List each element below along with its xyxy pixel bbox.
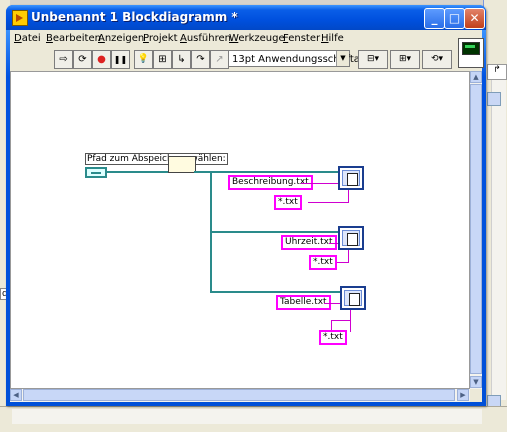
retain-wire-values-icon[interactable]: ⊞	[153, 50, 172, 69]
blockdiagram-window: Unbenannt 1 Blockdiagramm * _ □ ✕ Datei …	[6, 5, 486, 406]
string-wire[interactable]	[337, 262, 348, 263]
path-wire[interactable]	[194, 171, 211, 173]
horizontal-scrollbar[interactable]: ◀ ▶	[10, 389, 470, 402]
highlight-execution-icon[interactable]: 💡	[134, 50, 153, 69]
menu-ausfuehren[interactable]: Ausführen	[180, 33, 231, 44]
string-constant[interactable]: Beschreibung.txt	[228, 175, 313, 190]
background-icon: ↱	[487, 64, 507, 80]
string-wire[interactable]	[301, 183, 338, 184]
scroll-up-arrow-icon[interactable]	[487, 92, 501, 106]
path-wire[interactable]	[210, 171, 338, 173]
menu-fenster[interactable]: Fenster	[283, 33, 320, 44]
chevron-down-icon: ▼	[336, 51, 349, 66]
menu-anzeigen[interactable]: Anzeigen	[98, 33, 144, 44]
write-text-file-icon[interactable]	[340, 286, 366, 310]
step-out-icon[interactable]: ↗	[210, 50, 229, 69]
menu-datei[interactable]: Datei	[14, 33, 41, 44]
string-constant[interactable]: Tabelle.txt	[276, 295, 331, 310]
scroll-up-arrow-icon[interactable]: ▲	[470, 71, 482, 83]
path-wire[interactable]	[210, 291, 340, 293]
window-title: Unbenannt 1 Blockdiagramm *	[31, 10, 238, 24]
string-wire[interactable]	[348, 250, 349, 263]
run-arrow-icon[interactable]: ⇨	[54, 50, 73, 69]
distribute-objects-dropdown[interactable]: ⊞▾	[390, 50, 420, 69]
string-wire[interactable]	[348, 190, 349, 203]
string-constant[interactable]: *.txt	[319, 330, 347, 345]
scroll-down-arrow-icon[interactable]: ▼	[470, 376, 482, 388]
background-scrollbar[interactable]	[491, 70, 506, 400]
build-path-function[interactable]	[168, 156, 196, 173]
menu-bearbeiten[interactable]: Bearbeiten	[46, 33, 101, 44]
horizontal-scroll-thumb[interactable]	[23, 389, 455, 401]
pause-icon[interactable]: ❚❚	[111, 50, 130, 69]
scroll-left-arrow-icon[interactable]: ◀	[10, 389, 22, 401]
menu-projekt[interactable]: Projekt	[143, 33, 178, 44]
write-text-file-icon[interactable]	[338, 166, 364, 190]
string-constant[interactable]: *.txt	[309, 255, 337, 270]
string-constant[interactable]: *.txt	[274, 195, 302, 210]
reorder-dropdown[interactable]: ⟲▾	[422, 50, 452, 69]
block-diagram-canvas[interactable]: Pfad zum Abspeichern wählen: Beschreibun…	[10, 71, 470, 389]
path-control-terminal[interactable]	[85, 167, 107, 178]
maximize-button[interactable]: □	[444, 8, 465, 29]
path-wire[interactable]	[107, 171, 168, 173]
vertical-scrollbar[interactable]: ▲ ▼	[470, 71, 482, 389]
string-wire[interactable]	[329, 243, 338, 244]
string-wire[interactable]	[308, 202, 348, 203]
string-wire[interactable]	[350, 310, 351, 332]
string-wire[interactable]	[331, 320, 351, 321]
vertical-scroll-thumb[interactable]	[470, 84, 482, 374]
title-bar[interactable]: Unbenannt 1 Blockdiagramm * _ □ ✕	[6, 5, 486, 30]
run-continuously-icon[interactable]: ⟳	[73, 50, 92, 69]
toolbar: ⇨ ⟳ ● ❚❚ 💡 ⊞ ↳ ↷ ↗ 13pt Anwendungsschrif…	[10, 48, 482, 71]
background-hscrollbar[interactable]	[12, 409, 482, 424]
labview-vi-icon	[12, 10, 28, 26]
align-objects-dropdown[interactable]: ⊟▾	[358, 50, 388, 69]
scroll-right-arrow-icon[interactable]: ▶	[457, 389, 469, 401]
path-wire[interactable]	[210, 231, 338, 233]
string-wire[interactable]	[324, 303, 340, 304]
write-text-file-icon[interactable]	[338, 226, 364, 250]
window-body: Datei Bearbeiten Anzeigen Projekt Ausfüh…	[10, 30, 484, 402]
font-select[interactable]: 13pt Anwendungsschriftart ▼	[228, 50, 368, 67]
step-into-icon[interactable]: ↳	[172, 50, 191, 69]
minimize-button[interactable]: _	[424, 8, 445, 29]
context-help-icon[interactable]	[458, 38, 484, 68]
abort-icon[interactable]: ●	[92, 50, 111, 69]
background-window-bottom	[0, 406, 507, 432]
menu-werkzeuge[interactable]: Werkzeuge	[229, 33, 285, 44]
step-over-icon[interactable]: ↷	[191, 50, 210, 69]
string-wire[interactable]	[331, 320, 332, 330]
close-button[interactable]: ✕	[464, 8, 485, 29]
control-label: Pfad zum Abspeichern wählen:	[85, 153, 228, 165]
menu-hilfe[interactable]: Hilfe	[321, 33, 344, 44]
menu-bar: Datei Bearbeiten Anzeigen Projekt Ausfüh…	[10, 30, 482, 48]
